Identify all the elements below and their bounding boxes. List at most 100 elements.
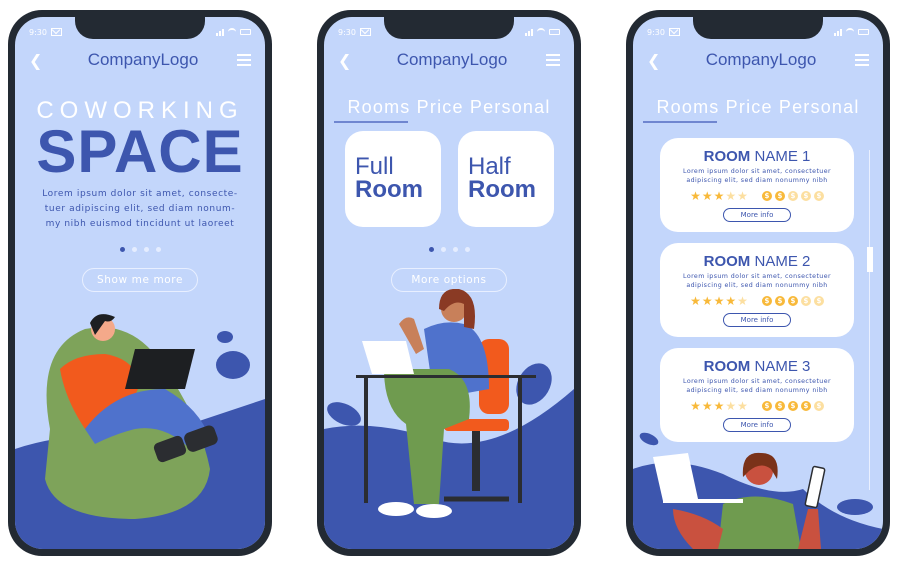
status-bar: 9:30 (647, 26, 869, 38)
dollar-coin-filled-icon: $ (774, 296, 785, 306)
shoe (416, 504, 452, 518)
star-filled-icon: ★ (713, 189, 725, 203)
blob-left (639, 432, 659, 446)
screen: 9:30 ❮ CompanyLogo Rooms Price Personal … (633, 17, 883, 549)
dollar-coin-empty-icon: $ (787, 191, 798, 201)
more-info-button[interactable]: More info (723, 418, 791, 432)
nav-bar: ❮ CompanyLogo (647, 49, 869, 71)
page-dot[interactable] (143, 247, 149, 252)
desk-top (356, 375, 536, 378)
company-logo[interactable]: CompanyLogo (706, 50, 817, 70)
company-logo[interactable]: CompanyLogo (397, 50, 508, 70)
room-description: Lorem ipsum dolor sit amet, consectetuer… (660, 377, 854, 395)
star-empty-icon: ★ (737, 399, 748, 413)
mail-icon (50, 28, 62, 36)
star-filled-icon: ★ (701, 294, 713, 308)
dollar-coin-filled-icon: $ (774, 191, 785, 201)
dollar-coin-empty-icon: $ (813, 191, 824, 201)
room-card: ROOM NAME 1 Lorem ipsum dolor sit amet, … (660, 138, 854, 232)
desk-leg (364, 378, 368, 503)
desc-line: adipiscing elit, sed diam nonummy nibh (686, 387, 828, 394)
illustration-beanbag (15, 314, 265, 549)
blob-right (516, 363, 552, 405)
dollar-coin-filled-icon: $ (761, 191, 772, 201)
star-filled-icon: ★ (690, 294, 701, 308)
page-dot[interactable] (440, 247, 446, 252)
star-filled-icon: ★ (690, 399, 701, 413)
page-dot[interactable] (464, 247, 470, 252)
shirt (718, 496, 801, 549)
desc-line: Lorem ipsum dolor sit amet, consectetuer (683, 168, 831, 175)
wifi-icon (228, 28, 236, 36)
battery-icon (240, 29, 251, 35)
status-time: 9:30 (338, 27, 356, 37)
page-dot[interactable] (155, 247, 161, 252)
blob-right (837, 499, 873, 515)
star-filled-icon: ★ (713, 294, 725, 308)
page-dot[interactable] (428, 247, 434, 252)
more-info-button[interactable]: More info (723, 208, 791, 222)
show-me-more-button[interactable]: Show me more (82, 268, 198, 292)
company-logo[interactable]: CompanyLogo (88, 50, 199, 70)
star-filled-icon: ★ (701, 399, 713, 413)
phone-coworking: 9:30 ❮ CompanyLogo COWORKING SPACE Lorem… (8, 10, 272, 556)
more-info-button[interactable]: More info (723, 313, 791, 327)
phone-room-list: 9:30 ❮ CompanyLogo Rooms Price Personal … (626, 10, 890, 556)
scrollbar-track[interactable] (868, 150, 870, 490)
star-filled-icon: ★ (725, 294, 737, 308)
back-icon[interactable]: ❮ (29, 51, 49, 70)
half-room-option[interactable]: Half Room (458, 131, 554, 227)
mail-icon (668, 28, 680, 36)
rating-row: ★ ★ ★ ★ ★ $ $ $ $ $ (660, 190, 854, 202)
desk-leg (518, 378, 522, 503)
battery-icon (858, 29, 869, 35)
room-title-rest: NAME 2 (754, 253, 811, 270)
hamburger-menu-icon[interactable] (545, 54, 560, 66)
page-dot[interactable] (131, 247, 137, 252)
status-time: 9:30 (29, 27, 47, 37)
star-filled-icon: ★ (713, 399, 725, 413)
blob-large (216, 351, 250, 379)
room-description: Lorem ipsum dolor sit amet, consectetuer… (660, 167, 854, 185)
star-empty-icon: ★ (737, 294, 748, 308)
scrollbar-thumb[interactable] (867, 247, 873, 272)
screen: 9:30 ❮ CompanyLogo COWORKING SPACE Lorem… (15, 17, 265, 549)
full-room-option[interactable]: Full Room (345, 131, 441, 227)
back-icon[interactable]: ❮ (338, 51, 358, 70)
signal-icon (216, 28, 224, 36)
laptop-base (663, 499, 743, 503)
star-empty-icon: ★ (725, 399, 737, 413)
signal-icon (834, 28, 842, 36)
dollar-coin-filled-icon: $ (787, 296, 798, 306)
screen: 9:30 ❮ CompanyLogo Rooms Price Personal … (324, 17, 574, 549)
phone-device (804, 465, 826, 509)
rating-row: ★ ★ ★ ★ ★ $ $ $ $ $ (660, 295, 854, 307)
option-line2: Room (355, 176, 423, 203)
room-title-rest: NAME 1 (754, 148, 811, 165)
illustration-woman (633, 432, 883, 549)
status-bar: 9:30 (29, 26, 251, 38)
page-dot[interactable] (452, 247, 458, 252)
hamburger-menu-icon[interactable] (236, 54, 251, 66)
blob-small (217, 331, 233, 343)
page-dot[interactable] (119, 247, 125, 252)
star-empty-icon: ★ (737, 189, 748, 203)
dollar-coin-filled-icon: $ (774, 401, 785, 411)
status-time: 9:30 (647, 27, 665, 37)
wifi-icon (537, 28, 545, 36)
star-empty-icon: ★ (725, 189, 737, 203)
chair-post (472, 431, 480, 491)
illustration-desk (324, 289, 574, 549)
dollar-coin-filled-icon: $ (761, 401, 772, 411)
pagination-dots (324, 247, 574, 252)
battery-icon (549, 29, 560, 35)
back-icon[interactable]: ❮ (647, 51, 667, 70)
room-title-bold: ROOM (703, 148, 751, 165)
desc-line: adipiscing elit, sed diam nonummy nibh (686, 282, 828, 289)
nav-bar: ❮ CompanyLogo (29, 49, 251, 71)
wifi-icon (846, 28, 854, 36)
dollar-coin-filled-icon: $ (800, 401, 811, 411)
room-title: ROOM NAME 1 (660, 148, 854, 165)
hamburger-menu-icon[interactable] (854, 54, 869, 66)
room-title: ROOM NAME 2 (660, 253, 854, 270)
